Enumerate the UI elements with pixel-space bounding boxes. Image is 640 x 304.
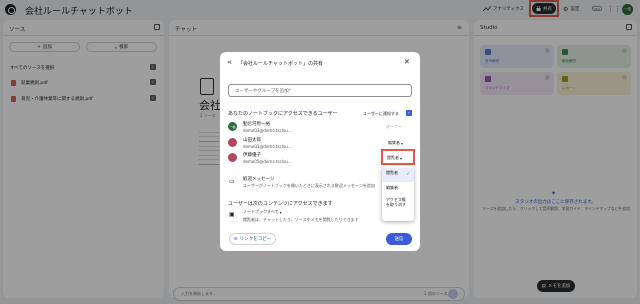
role-highlight-box bbox=[381, 149, 415, 165]
user-email: demo01@demo.tsclou... bbox=[243, 144, 292, 149]
role-option-viewer[interactable]: 閲覧者 ✓ bbox=[382, 168, 414, 182]
notify-label: ユーザーに通知する bbox=[363, 111, 399, 116]
send-button[interactable]: 送信 bbox=[386, 233, 412, 245]
avatar bbox=[228, 153, 237, 162]
user-email: demo05@demo.tsclou... bbox=[243, 159, 292, 164]
user-name: 伊藤優子 bbox=[243, 153, 261, 158]
access-select[interactable]: ノートブックすべて ▾ bbox=[243, 209, 282, 215]
notebook-icon: ▣ bbox=[229, 211, 235, 218]
access-heading: あなたのノートブックにアクセスできるユーザー bbox=[228, 111, 338, 117]
access-option-desc: 閲覧者は、チャットしたり、ソースやメモを閲覧したりできます bbox=[243, 217, 359, 222]
role-dropdown-menu: 閲覧者 ✓ 編集者 アクセス権を取り消す bbox=[382, 166, 414, 221]
welcome-desc: ユーザーがノートブックを開いたときに表示される歓迎メッセージを追加 bbox=[243, 183, 375, 188]
user-email: demo03@demo.tsclou... bbox=[243, 128, 292, 133]
role-option-label: アクセス権を取り消す bbox=[386, 197, 406, 207]
role-select[interactable]: 編集者 ▾ bbox=[388, 140, 403, 146]
send-label: 送信 bbox=[394, 237, 404, 242]
role-option-label: 編集者 bbox=[386, 185, 398, 190]
access-option-label: ノートブックすべて bbox=[243, 209, 279, 214]
notify-checkbox[interactable]: ✓ bbox=[406, 110, 412, 116]
user-name: 勤怠河原一裕 bbox=[243, 122, 270, 127]
welcome-message-icon: ▭ bbox=[229, 178, 235, 185]
share-icon: ⋖ bbox=[227, 59, 233, 66]
chevron-down-icon: ▾ bbox=[279, 209, 282, 215]
role-label: 編集者 bbox=[388, 140, 400, 145]
copy-link-label: リンクをコピー bbox=[239, 237, 272, 242]
chevron-down-icon: ▾ bbox=[401, 140, 404, 146]
role-option-label: 閲覧者 bbox=[386, 170, 398, 175]
avatar bbox=[228, 138, 237, 147]
add-user-input[interactable]: ユーザーやグループを追加* bbox=[228, 84, 412, 97]
role-option-revoke[interactable]: アクセス権を取り消す bbox=[382, 197, 408, 207]
add-user-placeholder: ユーザーやグループを追加* bbox=[235, 88, 291, 94]
link-icon: ⊖ bbox=[233, 236, 238, 242]
welcome-title[interactable]: 歓迎メッセージ bbox=[243, 176, 274, 182]
share-dialog-title: 「会社ルールチャットボット」の共有 bbox=[238, 61, 323, 67]
user-name: 山田太郎 bbox=[243, 138, 261, 143]
access-content-heading: ユーザーは次のコンテンツにアクセスできます bbox=[228, 201, 333, 207]
close-icon[interactable]: ✕ bbox=[404, 58, 410, 66]
user-role: オーナー bbox=[386, 124, 402, 129]
role-option-editor[interactable]: 編集者 bbox=[382, 185, 414, 190]
avatar: 一裕 bbox=[228, 122, 237, 131]
copy-link-button[interactable]: ⊖ リンクをコピー bbox=[229, 233, 276, 245]
check-icon: ✓ bbox=[406, 171, 410, 176]
